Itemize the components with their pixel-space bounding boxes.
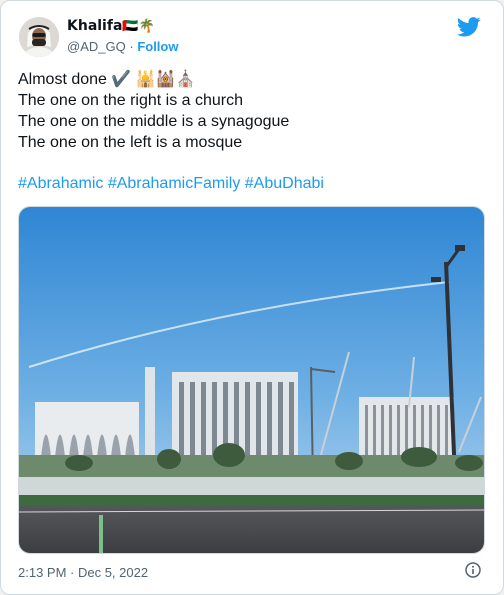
follow-button[interactable]: Follow	[137, 39, 178, 54]
tweet-line-3: The one on the middle is a synagogue	[18, 113, 290, 130]
handle[interactable]: @AD_GQ	[67, 39, 126, 54]
hashtag-abrahamic[interactable]: #Abrahamic	[18, 175, 103, 192]
tweet-line-2: The one on the right is a church	[18, 92, 244, 109]
tweet-line-1: Almost done ✔️ 🕌🕍⛪	[18, 71, 196, 88]
info-icon[interactable]	[465, 562, 481, 578]
hashtag-abrahamic-family[interactable]: #AbrahamicFamily	[108, 175, 240, 192]
tweet-text: Almost done ✔️ 🕌🕍⛪ The one on the right …	[18, 69, 289, 153]
hashtag-abudhabi[interactable]: #AbuDhabi	[245, 175, 324, 192]
twitter-bird-icon[interactable]	[456, 17, 481, 37]
tweet-photo[interactable]	[18, 206, 485, 554]
name-emoji: 🇦🇪🌴	[122, 19, 155, 34]
avatar[interactable]	[19, 17, 59, 57]
display-name-text[interactable]: Khalifa	[67, 18, 122, 34]
separator: ·	[129, 39, 134, 54]
hashtags: #Abrahamic #AbrahamicFamily #AbuDhabi	[18, 175, 324, 193]
tweet-card: Khalifa🇦🇪🌴 @AD_GQ · Follow Almost done ✔…	[0, 0, 504, 595]
display-name[interactable]: Khalifa🇦🇪🌴	[67, 18, 155, 34]
timestamp[interactable]: 2:13 PM · Dec 5, 2022	[18, 565, 148, 580]
tweet-line-4: The one on the left is a mosque	[18, 134, 243, 151]
handle-row: @AD_GQ · Follow	[67, 39, 178, 54]
